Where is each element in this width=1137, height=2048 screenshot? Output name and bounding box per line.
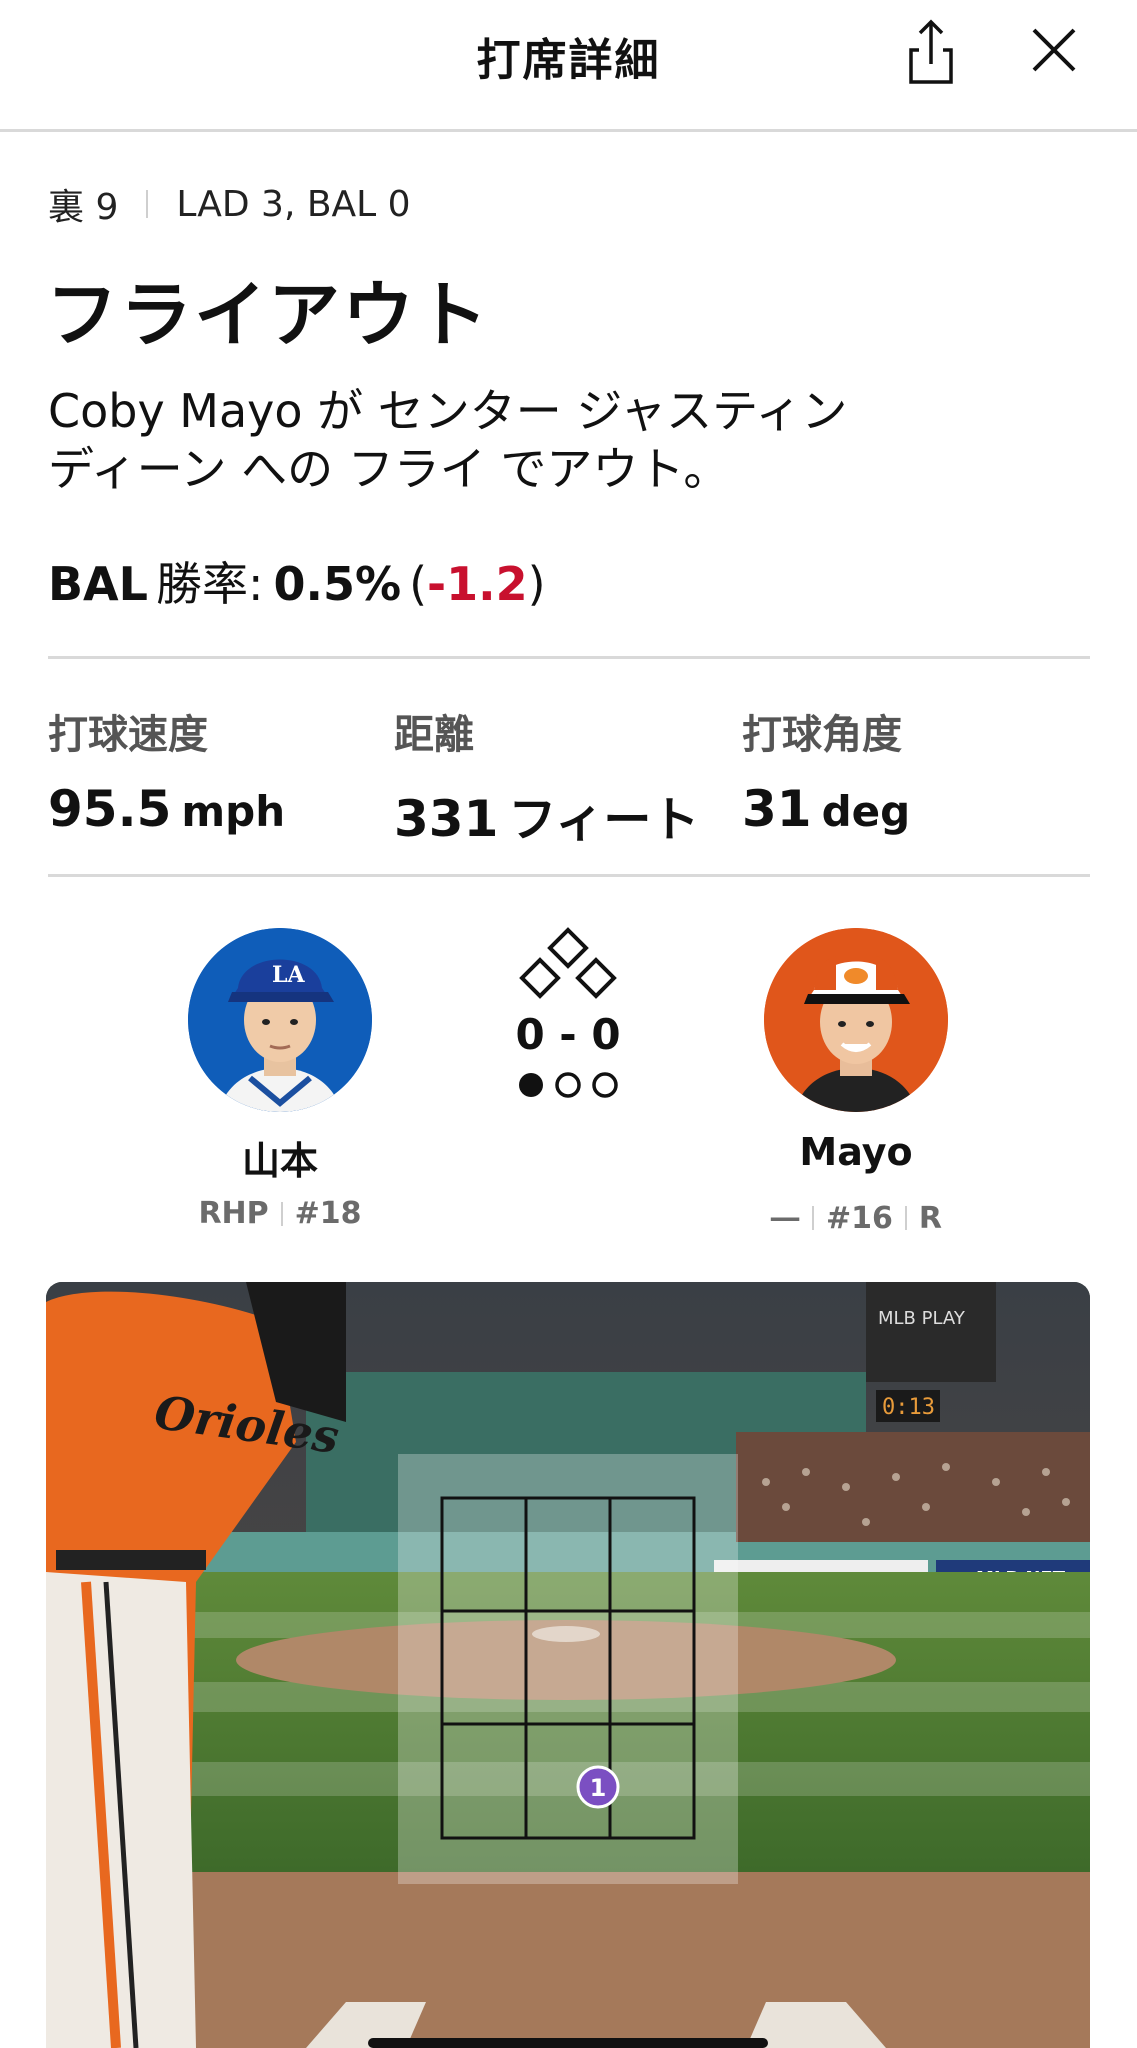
pitcher-throws: RHP bbox=[198, 1196, 269, 1231]
close-button[interactable] bbox=[1026, 22, 1082, 78]
stat-unit: mph bbox=[181, 787, 286, 836]
batter-headshot bbox=[764, 928, 948, 1112]
pitcher-info: RHP #18 bbox=[150, 1196, 410, 1231]
pitcher-name: 山本 bbox=[241, 1139, 318, 1183]
play-description-line: Coby Mayo が センター ジャスティン bbox=[48, 384, 848, 438]
mlb-play-sign: MLB PLAY bbox=[878, 1308, 966, 1329]
header-bar: 打席詳細 bbox=[0, 0, 1137, 132]
base-runners-diamond bbox=[512, 926, 624, 1006]
share-icon bbox=[909, 19, 953, 84]
batter-info: 一 #16 R bbox=[726, 1196, 986, 1240]
separator bbox=[904, 1206, 907, 1230]
stat-label: 距離 bbox=[394, 712, 474, 758]
pitch-marker-label: 1 bbox=[590, 1774, 607, 1802]
stat-unit: deg bbox=[821, 787, 911, 836]
divider bbox=[48, 656, 1090, 659]
share-button[interactable] bbox=[900, 16, 962, 88]
stat-value-row: 95.5 mph bbox=[48, 780, 285, 838]
outs-dots-icon bbox=[519, 1072, 618, 1098]
stat-label: 打球角度 bbox=[742, 712, 902, 758]
stat-label: 打球速度 bbox=[48, 712, 208, 758]
game-score: LAD 3, BAL 0 bbox=[176, 183, 411, 225]
pitcher-headshot: LA bbox=[188, 928, 372, 1112]
pitcher-number: #18 bbox=[294, 1196, 362, 1231]
separator bbox=[812, 1206, 814, 1230]
play-result-title: フライアウト bbox=[46, 273, 491, 357]
stat-value: 95.5 bbox=[48, 780, 172, 838]
paren-open: ( bbox=[409, 557, 428, 611]
stat-value: 331 bbox=[394, 790, 499, 848]
separator bbox=[146, 190, 149, 218]
stat-launch-angle: 打球角度 31 deg bbox=[742, 702, 910, 838]
inning-score-line: 裏 9 LAD 3, BAL 0 bbox=[48, 178, 411, 230]
stat-value: 31 bbox=[742, 780, 812, 838]
close-icon bbox=[1032, 28, 1076, 72]
separator bbox=[280, 1201, 283, 1226]
pitcher-avatar[interactable]: LA bbox=[188, 928, 372, 1112]
batter-name: Mayo bbox=[799, 1130, 913, 1174]
inning-label: 裏 9 bbox=[48, 187, 119, 228]
ball-strike-count: 0 - 0 bbox=[515, 1010, 621, 1059]
win-probability-label: 勝率: bbox=[155, 557, 264, 611]
stadium-scene: MLB PLAY 0:13 PLAYERS ≡ ALLIANCE MLB NET… bbox=[46, 1282, 1090, 2048]
batter-bats: R bbox=[918, 1200, 942, 1236]
play-description: Coby Mayo が センター ジャスティン ディーン への フライ でアウト… bbox=[48, 382, 1088, 498]
divider bbox=[48, 874, 1090, 877]
svg-text:LA: LA bbox=[272, 962, 305, 988]
play-description-line: ディーン への フライ でアウト。 bbox=[48, 442, 730, 496]
stat-value-row: 31 deg bbox=[742, 780, 910, 838]
stat-exit-velocity: 打球速度 95.5 mph bbox=[48, 702, 285, 838]
win-probability-change: -1.2 bbox=[427, 557, 528, 611]
outs-indicator bbox=[516, 1070, 620, 1100]
pitch-video-player[interactable]: MLB PLAY 0:13 PLAYERS ≡ ALLIANCE MLB NET… bbox=[46, 1282, 1090, 2048]
stat-distance: 距離 331 フィート bbox=[394, 702, 699, 850]
stat-value-row: 331 フィート bbox=[394, 780, 699, 850]
paren-close: ) bbox=[527, 557, 546, 611]
win-probability-value: 0.5% bbox=[273, 557, 402, 611]
batter-number: #16 bbox=[826, 1200, 893, 1236]
page-title: 打席詳細 bbox=[476, 35, 661, 86]
scoreboard-clock: 0:13 bbox=[882, 1395, 935, 1420]
stat-unit: フィート bbox=[508, 792, 700, 848]
batter-position: 一 bbox=[770, 1204, 800, 1239]
bases-icon bbox=[519, 927, 617, 999]
batter-avatar[interactable] bbox=[764, 928, 948, 1112]
win-probability: BAL 勝率: 0.5% ( -1.2 ) bbox=[48, 548, 546, 614]
win-probability-team: BAL bbox=[48, 557, 148, 611]
